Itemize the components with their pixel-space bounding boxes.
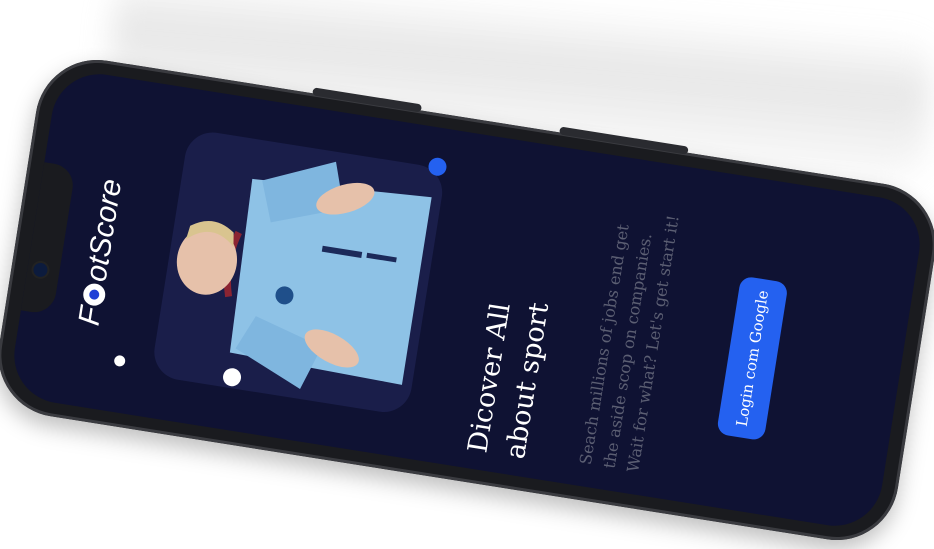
football-icon [81, 281, 107, 307]
notch [14, 161, 76, 316]
decorative-dot [113, 354, 126, 368]
app-logo: F otScore [70, 164, 135, 328]
login-google-button[interactable]: Login com Google [716, 275, 789, 442]
player-illustration [176, 161, 432, 389]
logo-prefix: F [72, 304, 109, 328]
hero-description: Seach millions of jobs end get the aside… [575, 213, 683, 474]
logo-suffix: otScore [79, 176, 129, 284]
player-image-card [150, 128, 447, 417]
